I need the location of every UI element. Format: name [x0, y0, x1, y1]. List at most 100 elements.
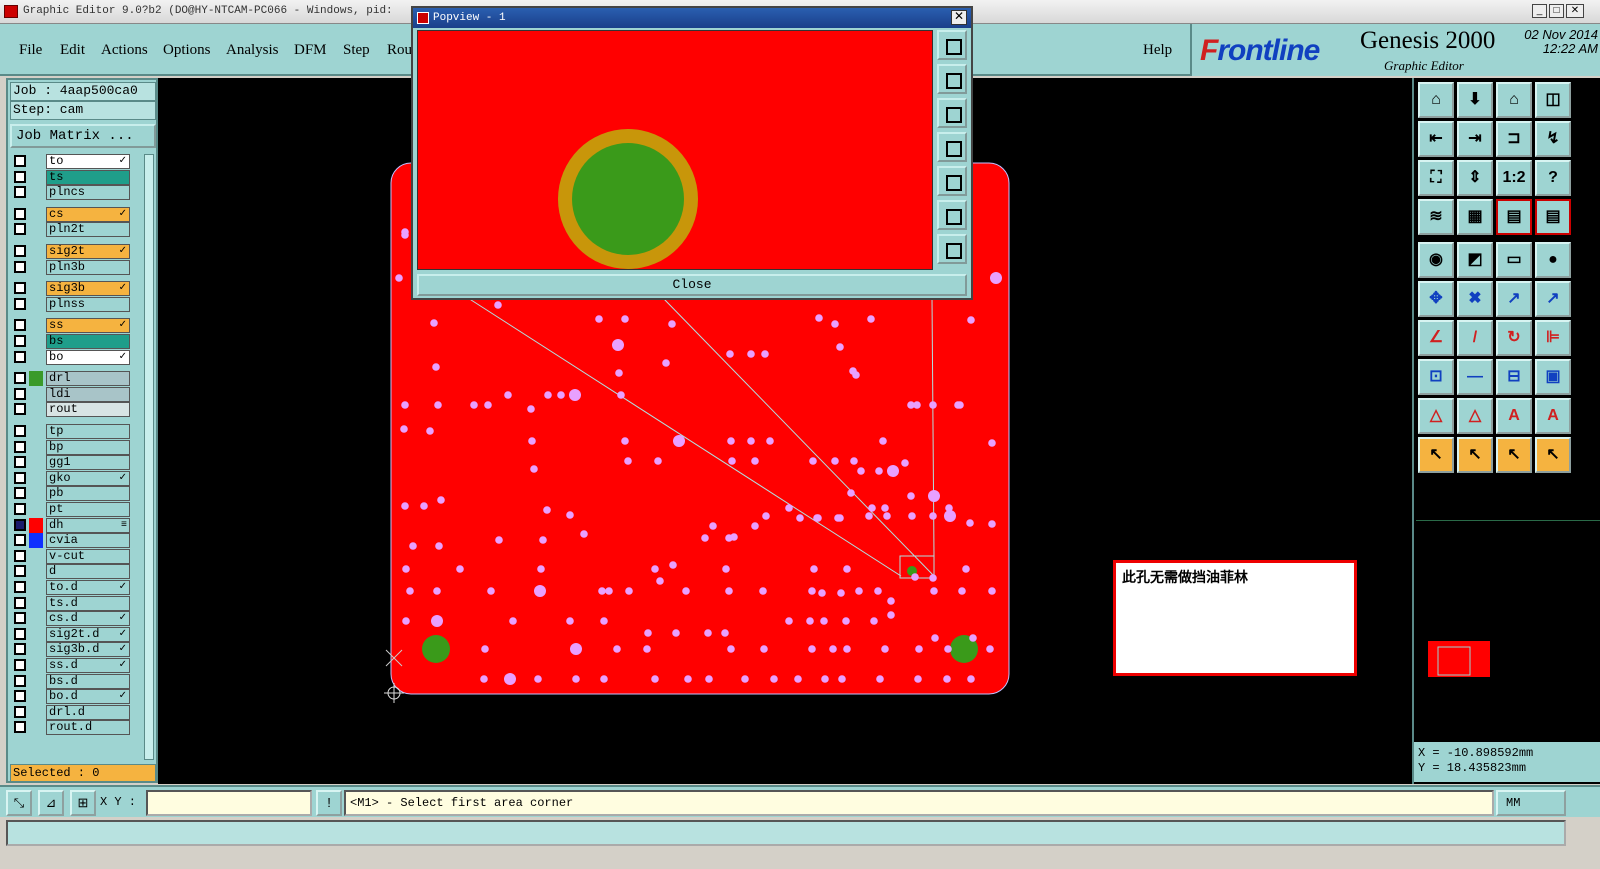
- layer-label[interactable]: ldi: [46, 386, 130, 402]
- layer-checkbox[interactable]: [14, 350, 26, 363]
- layer-row-sig2t[interactable]: sig2t ✓: [12, 244, 130, 259]
- select-rect-icon[interactable]: ↖: [1457, 437, 1493, 473]
- trim-icon[interactable]: —: [1457, 359, 1493, 395]
- layer-checkbox[interactable]: [14, 403, 26, 416]
- select-icon[interactable]: ↖: [1418, 437, 1454, 473]
- save-icon[interactable]: ⬇: [1457, 82, 1493, 118]
- layer-checkbox[interactable]: [14, 155, 26, 167]
- layer-label[interactable]: ts: [46, 169, 130, 185]
- layer-checkbox[interactable]: [14, 319, 26, 332]
- pan-down-icon[interactable]: [937, 98, 967, 128]
- menu-route[interactable]: Rou: [387, 42, 412, 59]
- layer-checkbox[interactable]: [14, 425, 26, 437]
- menu-step[interactable]: Step: [343, 42, 370, 59]
- layer-row-bo.d[interactable]: bo.d ✓: [12, 689, 130, 705]
- layer-label[interactable]: ts.d: [46, 595, 130, 611]
- layer-row-to[interactable]: to ✓: [12, 154, 130, 169]
- layer-checkbox[interactable]: [14, 612, 26, 625]
- dot-icon[interactable]: ●: [1535, 242, 1571, 278]
- pan-right-icon[interactable]: [937, 166, 967, 196]
- menu-dfm[interactable]: DFM: [294, 42, 327, 59]
- layer-row-gg1[interactable]: gg1: [12, 455, 130, 471]
- measure-icon[interactable]: ⤡: [6, 790, 32, 816]
- zoom-in-icon[interactable]: [937, 200, 967, 230]
- copy-icon[interactable]: ⊡: [1418, 359, 1454, 395]
- layer-label[interactable]: dh ≡: [46, 517, 130, 533]
- layer-row-cs[interactable]: cs ✓: [12, 206, 130, 222]
- layer-label[interactable]: plncs: [46, 185, 130, 201]
- layer-row-cs.d[interactable]: cs.d ✓: [12, 611, 130, 627]
- triangle-icon[interactable]: △: [1418, 398, 1454, 434]
- grid-icon[interactable]: ▦: [1457, 199, 1493, 235]
- close-window-button[interactable]: ✕: [1566, 4, 1584, 18]
- layer-row-rout[interactable]: rout: [12, 402, 130, 418]
- layer-label[interactable]: d: [46, 564, 130, 580]
- layer-label[interactable]: sig2t ✓: [46, 244, 130, 259]
- pan-right-icon[interactable]: ⇥: [1457, 121, 1493, 157]
- layer-checkbox[interactable]: [14, 487, 26, 500]
- layer-label[interactable]: v-cut: [46, 548, 130, 564]
- arc-icon[interactable]: △: [1457, 398, 1493, 434]
- layer-row-dh[interactable]: dh ≡: [12, 517, 130, 533]
- popview-close-icon[interactable]: ✕: [951, 10, 967, 25]
- layer-checkbox[interactable]: [14, 690, 26, 703]
- layers-icon[interactable]: ≋: [1418, 199, 1454, 235]
- resize-icon[interactable]: ⊟: [1496, 359, 1532, 395]
- layer-label[interactable]: plnss: [46, 296, 130, 312]
- menu-options[interactable]: Options: [163, 42, 211, 59]
- layer-row-rout.d[interactable]: rout.d: [12, 720, 130, 736]
- layer-checkbox[interactable]: [14, 223, 26, 236]
- connect-icon[interactable]: ✥: [1418, 281, 1454, 317]
- layer-row-drl.d[interactable]: drl.d: [12, 704, 130, 720]
- layer-checkbox[interactable]: [14, 503, 26, 515]
- layer-checkbox[interactable]: [14, 581, 26, 593]
- menu-file[interactable]: File: [19, 42, 42, 59]
- layer-checkbox[interactable]: [14, 659, 26, 671]
- layer-checkbox[interactable]: [14, 245, 26, 257]
- layer-label[interactable]: bp: [46, 439, 130, 455]
- layer-checkbox[interactable]: [14, 565, 26, 578]
- unit-selector[interactable]: MM: [1496, 790, 1566, 816]
- layer-row-sig3b[interactable]: sig3b ✓: [12, 281, 130, 297]
- layer-checkbox[interactable]: [14, 456, 26, 469]
- angle-icon[interactable]: ∠: [1418, 320, 1454, 356]
- layer-checkbox[interactable]: [14, 372, 26, 385]
- layer-row-bs[interactable]: bs: [12, 334, 130, 349]
- move2-icon[interactable]: ↗: [1535, 281, 1571, 317]
- layer-label[interactable]: to ✓: [46, 154, 130, 169]
- layer-label[interactable]: cs ✓: [46, 206, 130, 222]
- layer-checkbox[interactable]: [14, 207, 26, 220]
- job-matrix-button[interactable]: Job Matrix ...: [10, 124, 156, 148]
- text-icon[interactable]: A: [1496, 398, 1532, 434]
- polygon-icon[interactable]: ◩: [1457, 242, 1493, 278]
- layer-checkbox[interactable]: [14, 440, 26, 453]
- line-icon[interactable]: /: [1457, 320, 1493, 356]
- layer-checkbox[interactable]: [14, 282, 26, 295]
- layer-checkbox[interactable]: [14, 721, 26, 734]
- layer-checkbox[interactable]: [14, 297, 26, 310]
- maximize-button[interactable]: □: [1549, 4, 1564, 18]
- layer-row-tp[interactable]: tp: [12, 424, 130, 439]
- layer-label[interactable]: cvia: [46, 533, 130, 549]
- zoom-home-icon[interactable]: [937, 30, 967, 60]
- pad-icon[interactable]: ◉: [1418, 242, 1454, 278]
- pan-up-icon[interactable]: [937, 64, 967, 94]
- layer-label[interactable]: pb: [46, 486, 130, 502]
- move-icon[interactable]: ↗: [1496, 281, 1532, 317]
- layer-row-pb[interactable]: pb: [12, 486, 130, 502]
- mirror-icon[interactable]: ⊫: [1535, 320, 1571, 356]
- snap2-icon[interactable]: ▤: [1535, 199, 1571, 235]
- snap-icon[interactable]: ⊿: [38, 790, 64, 816]
- pan-left-icon[interactable]: ⇤: [1418, 121, 1454, 157]
- scale-icon[interactable]: 1:2: [1496, 160, 1532, 196]
- layer-row-ldi[interactable]: ldi: [12, 386, 130, 402]
- layer-label[interactable]: sig3b ✓: [46, 281, 130, 297]
- layer-label[interactable]: gg1: [46, 455, 130, 471]
- alert-icon[interactable]: !: [316, 790, 342, 816]
- layer-checkbox[interactable]: [14, 471, 26, 484]
- layer-row-v-cut[interactable]: v-cut: [12, 548, 130, 564]
- layer-row-ss.d[interactable]: ss.d ✓: [12, 658, 130, 673]
- merge-icon[interactable]: ▣: [1535, 359, 1571, 395]
- help-icon[interactable]: ?: [1535, 160, 1571, 196]
- layer-label[interactable]: bo.d ✓: [46, 689, 130, 705]
